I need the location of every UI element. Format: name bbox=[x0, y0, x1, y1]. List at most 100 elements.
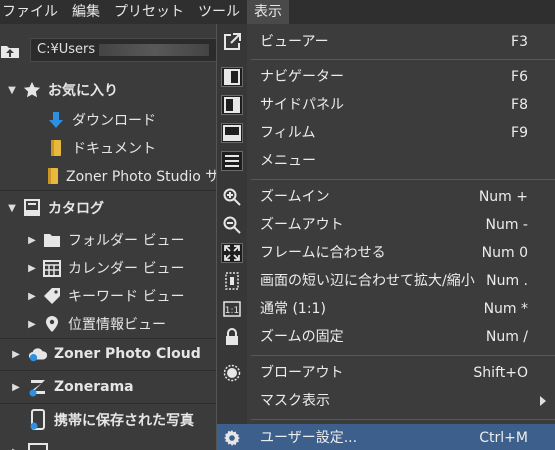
expand-arrow-icon[interactable]: ▶ bbox=[10, 382, 22, 393]
expand-arrow-icon[interactable]: ▶ bbox=[26, 291, 38, 302]
menu-item-shortcut: F3 bbox=[511, 34, 528, 50]
menu-tools[interactable]: ツール bbox=[191, 0, 247, 24]
tree-item-location-view[interactable]: ▶ 位置情報ビュー bbox=[0, 310, 218, 338]
divider bbox=[0, 370, 218, 371]
redacted-path bbox=[99, 43, 210, 56]
favorites-header[interactable]: ▼ お気に入り bbox=[0, 76, 218, 104]
collapse-arrow-icon[interactable]: ▼ bbox=[6, 203, 18, 214]
menu-item-zoom-out[interactable]: ズームアウト Num - bbox=[217, 211, 555, 239]
menu-item-shortcut: F6 bbox=[511, 69, 528, 85]
mobile-photos-header[interactable]: 携帯に保存された写真 bbox=[0, 406, 218, 434]
menu-item-fit-frame[interactable]: フレームに合わせる Num 0 bbox=[217, 239, 555, 267]
collapse-arrow-icon[interactable]: ▼ bbox=[6, 85, 18, 96]
tree-item-keyword-view[interactable]: ▶ キーワード ビュー bbox=[0, 282, 218, 310]
lock-icon bbox=[221, 327, 243, 347]
gear-icon bbox=[221, 428, 243, 448]
menu-icon bbox=[221, 151, 243, 171]
menu-item-shortcut: Num + bbox=[478, 189, 528, 205]
menu-presets[interactable]: プリセット bbox=[107, 0, 191, 24]
menu-item-label: 通常 (1:1) bbox=[260, 301, 326, 317]
menu-item-label: マスク表示 bbox=[260, 393, 330, 409]
menu-item-label: ズームアウト bbox=[260, 217, 344, 233]
tree-item-label: 位置情報ビュー bbox=[68, 317, 166, 333]
zonerama-logo-icon bbox=[28, 377, 48, 397]
expand-arrow-icon[interactable]: ▶ bbox=[10, 349, 22, 360]
tree-item-label: フォルダー ビュー bbox=[68, 233, 185, 249]
menu-item-shortcut: F8 bbox=[511, 97, 528, 113]
tree-item-calendar-view[interactable]: ▶ カレンダー ビュー bbox=[0, 254, 218, 282]
computer-icon bbox=[28, 442, 48, 450]
menu-separator bbox=[251, 419, 555, 420]
tree-item-zps[interactable]: Zoner Photo Studio サ bbox=[0, 162, 218, 190]
view-menu-dropdown: ビューアー F3 ナビゲーター F6 サイドパネル F8 フィルム F9 メニュ… bbox=[216, 24, 555, 450]
menu-item-label: ナビゲーター bbox=[260, 69, 344, 85]
tree-row-partial: ▶ bbox=[0, 438, 218, 450]
path-input[interactable]: C:¥Users bbox=[30, 38, 220, 62]
folder-icon bbox=[42, 230, 62, 250]
tree-item-downloads[interactable]: ダウンロード bbox=[0, 106, 218, 134]
path-text: C:¥Users bbox=[37, 42, 96, 57]
download-arrow-icon bbox=[46, 110, 66, 130]
navigator-panel: C:¥Users ▼ お気に入り ダウンロード ドキュメント Zoner Pho… bbox=[0, 24, 220, 450]
menu-edit[interactable]: 編集 bbox=[65, 0, 107, 24]
favorites-label: お気に入り bbox=[48, 83, 118, 99]
catalog-icon bbox=[22, 198, 42, 218]
menu-item-mask-display[interactable]: マスク表示 bbox=[217, 387, 555, 415]
fit-short-side-icon bbox=[221, 271, 243, 291]
zoom-out-icon bbox=[221, 215, 243, 235]
menu-item-lock-zoom[interactable]: ズームの固定 Num / bbox=[217, 323, 555, 351]
expand-arrow-icon[interactable]: ▶ bbox=[26, 235, 38, 246]
menu-item-label: ユーザー設定... bbox=[260, 430, 358, 446]
menu-item-blowout[interactable]: ブローアウト Shift+O bbox=[217, 359, 555, 387]
menu-item-shortcut: Shift+O bbox=[473, 365, 528, 381]
zoom-in-icon bbox=[221, 187, 243, 207]
folder-up-icon[interactable] bbox=[0, 40, 20, 60]
divider bbox=[0, 338, 218, 339]
folder-icon bbox=[46, 166, 60, 186]
zonerama-label: Zonerama bbox=[54, 379, 134, 395]
menu-item-shortcut: Ctrl+M bbox=[479, 430, 528, 446]
path-bar: C:¥Users bbox=[0, 36, 220, 64]
catalog-header[interactable]: ▼ カタログ bbox=[0, 194, 218, 222]
menu-item-navigator[interactable]: ナビゲーター F6 bbox=[217, 63, 555, 91]
menu-item-label: メニュー bbox=[260, 153, 316, 169]
tree-item-label: キーワード ビュー bbox=[68, 289, 185, 305]
mobile-photos-label: 携帯に保存された写真 bbox=[54, 413, 194, 429]
blowout-icon bbox=[221, 363, 243, 383]
menu-item-zoom-in[interactable]: ズームイン Num + bbox=[217, 183, 555, 211]
menu-item-menu[interactable]: メニュー bbox=[217, 147, 555, 175]
expand-arrow-icon[interactable]: ▶ bbox=[26, 263, 38, 274]
menu-item-label: ビューアー bbox=[260, 34, 329, 50]
menu-item-side-panel[interactable]: サイドパネル F8 bbox=[217, 91, 555, 119]
svg-text:1:1: 1:1 bbox=[225, 306, 239, 316]
zoner-photo-cloud-header[interactable]: ▶ Zoner Photo Cloud bbox=[0, 340, 218, 368]
menu-item-label: ブローアウト bbox=[260, 365, 344, 381]
menu-view[interactable]: 表示 bbox=[247, 0, 289, 24]
star-icon bbox=[22, 80, 42, 100]
menu-item-shortcut: Num 0 bbox=[481, 245, 528, 261]
submenu-arrow-icon bbox=[540, 396, 546, 406]
catalog-label: カタログ bbox=[48, 201, 104, 217]
viewer-icon bbox=[221, 32, 243, 52]
menu-item-fit-short-side[interactable]: 画面の短い辺に合わせて拡大/縮小 Num . bbox=[217, 267, 555, 295]
zonerama-header[interactable]: ▶ Zonerama bbox=[0, 373, 218, 401]
menu-item-label: フレームに合わせる bbox=[260, 245, 386, 261]
menu-item-preferences[interactable]: ユーザー設定... Ctrl+M bbox=[217, 424, 555, 450]
calendar-icon bbox=[42, 258, 62, 278]
menu-item-label: ズームの固定 bbox=[260, 329, 344, 345]
tree-item-documents[interactable]: ドキュメント bbox=[0, 134, 218, 162]
divider bbox=[0, 403, 218, 404]
menu-item-viewer[interactable]: ビューアー F3 bbox=[217, 28, 555, 56]
tree-item-folder-view[interactable]: ▶ フォルダー ビュー bbox=[0, 226, 218, 254]
expand-arrow-icon[interactable]: ▶ bbox=[26, 319, 38, 330]
menu-item-filmstrip[interactable]: フィルム F9 bbox=[217, 119, 555, 147]
menu-item-shortcut: Num . bbox=[486, 273, 528, 289]
divider bbox=[0, 190, 218, 191]
menu-item-actual-size[interactable]: 1:1 通常 (1:1) Num * bbox=[217, 295, 555, 323]
menu-separator bbox=[251, 355, 555, 356]
menu-item-shortcut: Num - bbox=[485, 217, 529, 233]
menu-item-label: ズームイン bbox=[260, 189, 330, 205]
folder-icon bbox=[46, 138, 66, 158]
menu-file[interactable]: ファイル bbox=[0, 0, 65, 24]
menu-item-shortcut: Num * bbox=[483, 301, 528, 317]
